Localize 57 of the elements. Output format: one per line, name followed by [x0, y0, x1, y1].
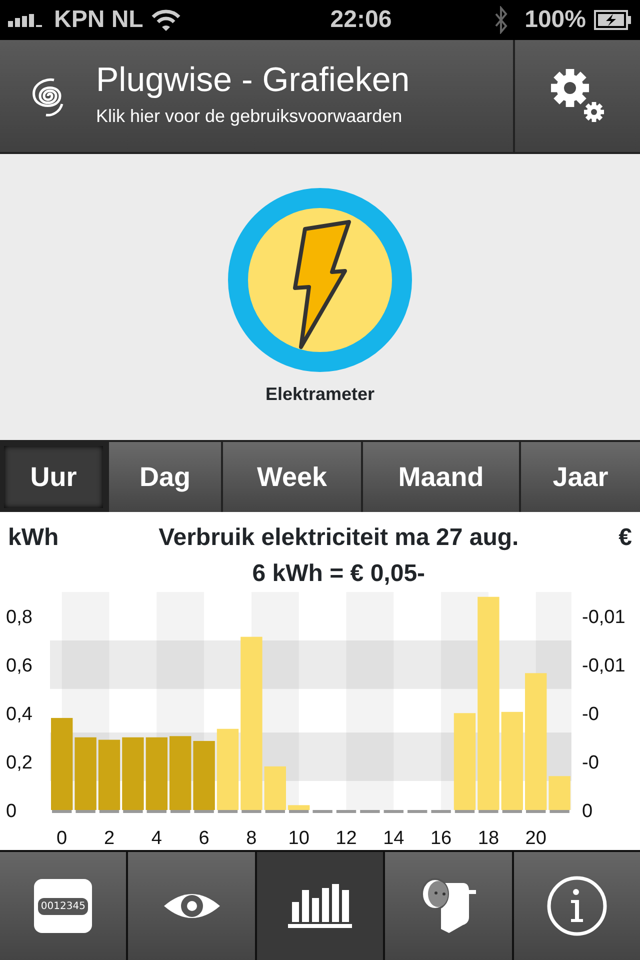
x-tick-label: 12 [336, 828, 357, 849]
period-tab[interactable]: Week [223, 442, 361, 512]
terms-link-button[interactable]: Plugwise - Grafieken Klik hier voor de gebruiksvoorwaarden [0, 40, 513, 152]
chart-subtitle: 6 kWh = € 0,05- [252, 559, 426, 589]
carrier-name: KPN NL [54, 5, 144, 35]
x-tick-label: 18 [478, 828, 500, 849]
tab-bar-button[interactable] [128, 852, 255, 960]
header-subtitle: Klik hier voor de gebruiksvoorwaarden [96, 105, 404, 128]
chart-title: Verbruik elektriciteit ma 27 aug. [158, 523, 519, 553]
y-tick-label: -0,01 [582, 607, 626, 628]
bar [193, 740, 215, 810]
x-tick-label: 6 [198, 828, 210, 849]
meter-display: 0012345 [38, 898, 88, 914]
bar [264, 766, 286, 810]
wifi-icon [151, 9, 182, 31]
tab-bar-button[interactable]: 0012345 [0, 852, 126, 960]
clock-time: 22:06 [330, 5, 392, 35]
tab-bar-button[interactable] [385, 852, 512, 960]
x-tick-label: 0 [56, 828, 68, 849]
unit-label: € [618, 523, 632, 553]
y-tick-label: -0,01 [582, 656, 626, 677]
battery-percent: 100% [524, 5, 586, 35]
y-tick-label: -0 [582, 704, 599, 726]
x-tick-label: 16 [430, 828, 452, 849]
bar-chart-icon [288, 884, 352, 928]
device-label: Elektrameter [265, 382, 375, 406]
y-tick-label: 0,8 [6, 607, 32, 628]
unit-label: kWh [8, 523, 59, 553]
lightning-icon [227, 186, 413, 372]
y-tick-label: 0 [582, 801, 593, 822]
x-tick-label: 8 [246, 828, 257, 849]
x-tick-label: 4 [151, 828, 162, 849]
y-tick-label: 0,6 [6, 656, 32, 677]
y-tick-label: -0 [582, 752, 599, 774]
x-tick-label: 2 [104, 828, 115, 849]
period-tab[interactable]: Uur [4, 446, 103, 508]
bar [548, 776, 570, 810]
bar [288, 805, 310, 810]
tab-bar-button[interactable] [256, 852, 384, 960]
x-tick-label: 20 [525, 828, 546, 849]
tab-bar-button[interactable] [514, 852, 640, 960]
x-tick-label: 14 [383, 828, 404, 849]
period-tab[interactable]: Jaar [521, 442, 640, 512]
period-tab[interactable]: Maand [363, 442, 519, 512]
x-tick-label: 10 [288, 828, 310, 849]
header-title: Plugwise - Grafieken [96, 62, 410, 100]
info-icon [546, 875, 608, 937]
y-tick-label: 0,2 [6, 752, 32, 774]
wall-plug-icon [419, 877, 478, 935]
bar [98, 740, 120, 810]
settings-icon [550, 68, 606, 124]
period-tab[interactable]: Dag [109, 442, 221, 512]
battery-icon [594, 10, 632, 30]
y-tick-label: 0,4 [6, 704, 32, 726]
y-tick-label: 0 [6, 801, 17, 822]
bluetooth-icon [492, 6, 509, 34]
settings-button[interactable] [515, 40, 640, 152]
